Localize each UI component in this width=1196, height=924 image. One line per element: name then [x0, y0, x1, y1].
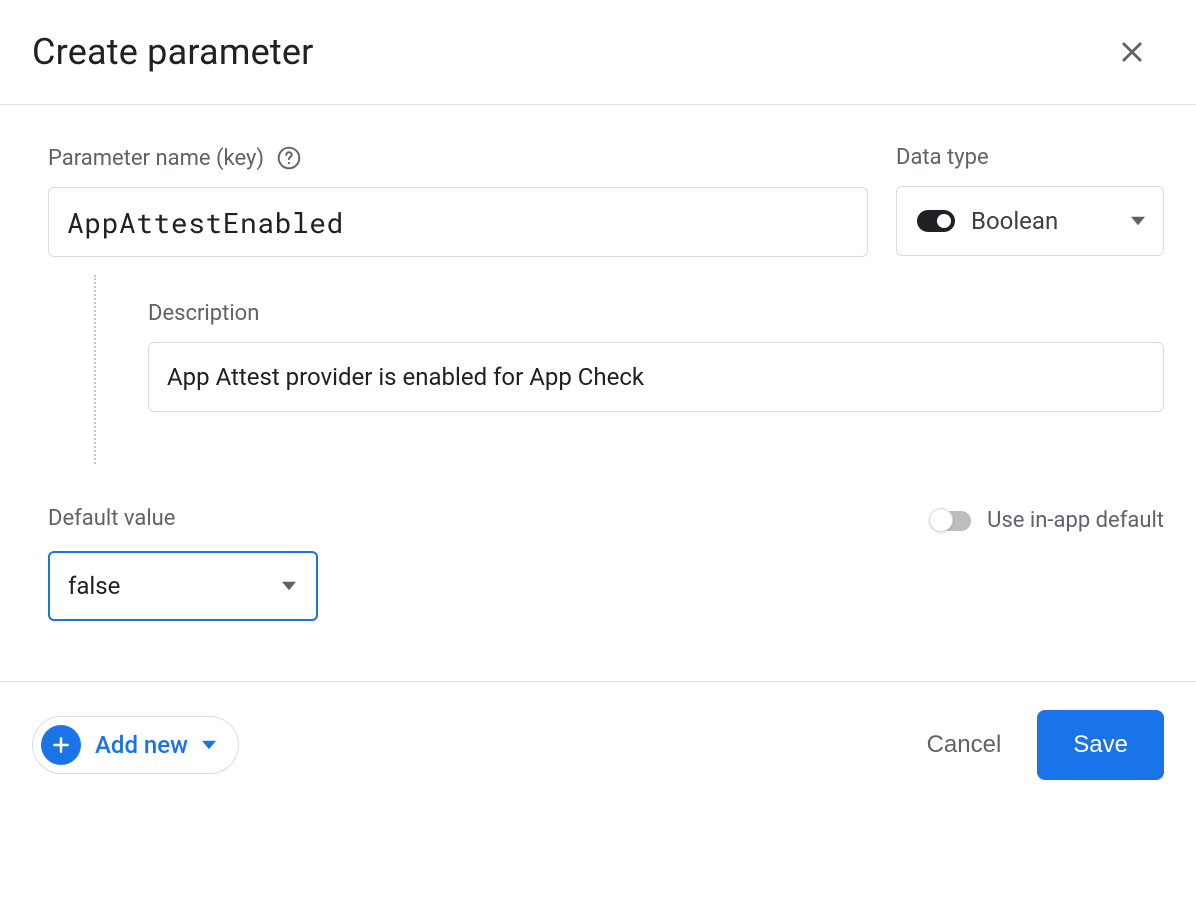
boolean-type-icon [917, 210, 955, 232]
plus-icon [41, 725, 81, 765]
use-in-app-default-toggle[interactable]: Use in-app default [931, 508, 1164, 533]
data-type-field: Data type Boolean [896, 145, 1164, 256]
top-row: Parameter name (key) Data type Boolean [48, 145, 1164, 257]
default-value-field: Default value false [48, 506, 318, 621]
description-label: Description [148, 301, 1164, 326]
close-icon [1118, 38, 1146, 66]
toggle-off-icon [931, 511, 971, 531]
description-input[interactable] [148, 342, 1164, 412]
default-value-label: Default value [48, 506, 318, 531]
parameter-name-label: Parameter name (key) [48, 145, 868, 171]
parameter-name-input[interactable] [48, 187, 868, 257]
data-type-label: Data type [896, 145, 1164, 170]
chevron-down-icon [202, 738, 216, 752]
dialog-footer: Add new Cancel Save [0, 681, 1196, 826]
add-new-button[interactable]: Add new [32, 716, 239, 774]
chevron-down-icon [282, 579, 296, 593]
dialog-body: Parameter name (key) Data type Boolean [0, 105, 1196, 681]
default-value-selected-text: false [68, 572, 120, 600]
parameter-name-label-text: Parameter name (key) [48, 146, 264, 171]
default-value-row: Default value false Use in-app default [48, 506, 1164, 621]
data-type-select[interactable]: Boolean [896, 186, 1164, 256]
chevron-down-icon [1131, 214, 1145, 228]
dialog-header: Create parameter [0, 0, 1196, 105]
add-new-label: Add new [95, 731, 188, 759]
create-parameter-dialog: Create parameter Parameter name (key) Da… [0, 0, 1196, 826]
dialog-title: Create parameter [32, 31, 314, 73]
use-in-app-default-label: Use in-app default [987, 508, 1164, 533]
parameter-name-field: Parameter name (key) [48, 145, 868, 257]
save-button[interactable]: Save [1037, 710, 1164, 780]
cancel-button[interactable]: Cancel [927, 731, 1002, 759]
data-type-selected-text: Boolean [971, 207, 1058, 235]
help-icon[interactable] [276, 145, 302, 171]
footer-actions: Cancel Save [927, 710, 1164, 780]
default-value-select[interactable]: false [48, 551, 318, 621]
close-button[interactable] [1108, 28, 1156, 76]
description-block: Description [94, 275, 1164, 464]
